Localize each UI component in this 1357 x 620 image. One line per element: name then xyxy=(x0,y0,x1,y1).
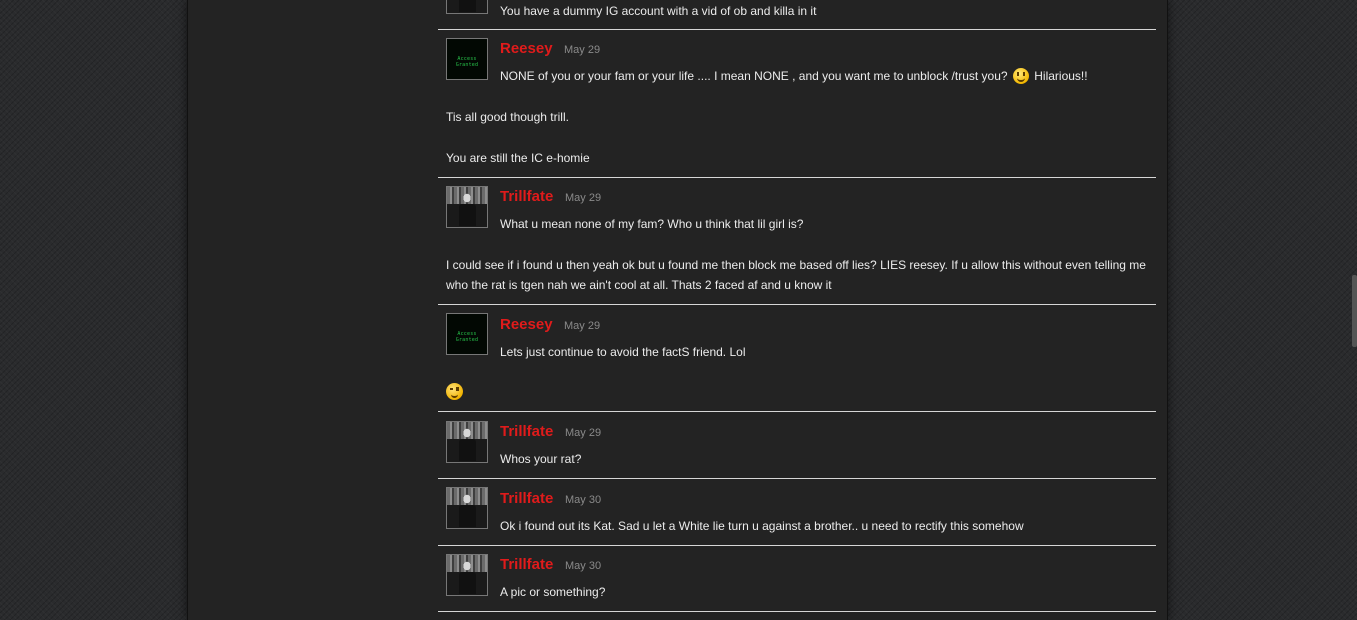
message-text: NONE of you or your fam or your life ...… xyxy=(500,66,1088,86)
message-separator xyxy=(438,611,1156,612)
username-link[interactable]: Trillfate xyxy=(500,423,553,440)
message-text: A pic or something? xyxy=(500,585,606,599)
avatar[interactable]: Access Granted xyxy=(446,313,488,355)
smiley-icon xyxy=(1012,68,1029,84)
scrollbar-thumb[interactable] xyxy=(1352,275,1357,347)
message-text: Whos your rat? xyxy=(500,452,582,466)
message-line: NONE of you or your fam or your life ...… xyxy=(500,69,1008,83)
message-separator xyxy=(438,177,1156,178)
username-link[interactable]: Reesey xyxy=(500,316,553,333)
message-line: Hilarious!! xyxy=(1034,69,1088,83)
avatar[interactable] xyxy=(446,421,488,463)
message-text: You are still the IC e-homie xyxy=(446,151,590,165)
message-date: May 29 xyxy=(565,192,602,204)
message-separator xyxy=(438,545,1156,546)
message-text: I could see if i found u then yeah ok bu… xyxy=(446,258,1146,292)
message-date: May 29 xyxy=(564,44,601,56)
username-link[interactable]: Reesey xyxy=(500,40,553,57)
avatar[interactable] xyxy=(446,487,488,529)
message-date: May 29 xyxy=(564,320,601,332)
message-text: Ok i found out its Kat. Sad u let a Whit… xyxy=(500,519,1024,533)
message-text: Tis all good though trill. xyxy=(446,110,569,124)
avatar[interactable] xyxy=(446,186,488,228)
message-date: May 30 xyxy=(565,560,602,572)
message-date: May 29 xyxy=(565,427,602,439)
username-link[interactable]: Trillfate xyxy=(500,188,553,205)
avatar[interactable] xyxy=(446,554,488,596)
message-date: May 30 xyxy=(565,494,602,506)
username-link[interactable]: Trillfate xyxy=(500,490,553,507)
avatar[interactable]: Access Granted xyxy=(446,38,488,80)
avatar-text: Access Granted xyxy=(455,331,479,343)
wink-emoji-icon xyxy=(446,383,463,400)
message-text: Lets just continue to avoid the factS fr… xyxy=(500,345,746,359)
avatar[interactable] xyxy=(446,0,488,14)
message-text: You have a dummy IG account with a vid o… xyxy=(500,4,817,18)
message-separator xyxy=(438,478,1156,479)
username-link[interactable]: Trillfate xyxy=(500,556,553,573)
message-separator xyxy=(438,304,1156,305)
message-separator xyxy=(438,411,1156,412)
avatar-text: Access Granted xyxy=(455,56,479,68)
message-text: What u mean none of my fam? Who u think … xyxy=(500,217,804,231)
message-separator xyxy=(438,29,1156,30)
